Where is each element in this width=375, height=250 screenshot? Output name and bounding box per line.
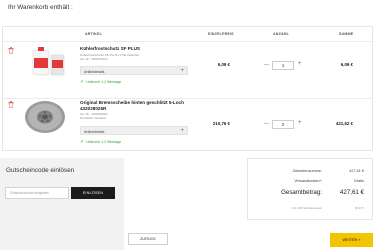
check-icon: ✓ (80, 79, 85, 85)
subtotal-label: Zwischensumme: (292, 169, 322, 173)
back-button[interactable]: ZURÜCK (128, 233, 168, 245)
minus-icon[interactable]: — (264, 121, 269, 127)
quantity-stepper[interactable]: — 1 + (264, 61, 306, 70)
product-manufacturer: Hersteller: Renault (80, 116, 106, 120)
table-row: Kühlerfrostschutz SF PLUS Kühlerfrostsch… (3, 42, 372, 99)
subtotal-value: 427,61 € (349, 169, 364, 173)
shipping-value: Gratis (353, 179, 364, 183)
next-button[interactable]: WEITER » (330, 233, 373, 247)
product-details-label: Artikeldetails (84, 69, 105, 74)
order-summary: Zwischensumme: 427,61 € Versandkosten*: … (247, 158, 373, 220)
header-einzelpreis: EINZELPREIS (208, 32, 234, 36)
voucher-code-input[interactable]: Gutscheincode eingeben (5, 187, 69, 199)
product-name[interactable]: Original Bremsscheibe hinten geschlitzt … (80, 100, 192, 112)
product-article-number: Art.-Nr.: SF00374A1 (80, 57, 108, 61)
header-summe: SUMME (339, 32, 354, 36)
check-icon: ✓ (80, 139, 85, 145)
table-header: ARTIKEL EINZELPREIS ANZAHL SUMME (3, 27, 372, 42)
grand-total-value: 427,61 € (339, 189, 364, 196)
quantity-input[interactable]: 2 (272, 120, 294, 129)
trash-icon[interactable] (8, 47, 14, 54)
page-title: Ihr Warenkorb enthält : (8, 4, 73, 11)
stock-text: Lieferzeit: 1-2 Werktage (86, 139, 122, 144)
voucher-panel: Gutscheincode einlösen Gutscheincode ein… (0, 158, 124, 250)
table-row: Original Bremsscheibe hinten geschlitzt … (3, 99, 372, 152)
trash-icon[interactable] (8, 101, 14, 108)
plus-icon: + (180, 67, 184, 74)
plus-icon[interactable]: + (298, 61, 302, 67)
unit-price: 210,76 € (212, 121, 230, 126)
product-details-dropdown[interactable]: Artikeldetails + (80, 66, 188, 75)
product-details-label: Artikeldetails (84, 129, 105, 134)
stock-status: ✓ Lieferzeit: 1-2 Werktage (80, 139, 121, 145)
voucher-title: Gutscheincode einlösen (6, 167, 75, 174)
row-total: 6,09 € (340, 62, 353, 67)
stock-status: ✓ Lieferzeit: 1-2 Werktage (80, 79, 121, 85)
unit-price: 6,09 € (217, 62, 230, 67)
vat-value: 68,27 € (355, 207, 364, 210)
grand-total-label: Gesamtbetrag: (281, 189, 322, 196)
vat-label: inkl. 19% Mehrwertsteuer (291, 207, 322, 210)
shipping-label: Versandkosten*: (294, 179, 322, 183)
stock-text: Lieferzeit: 1-2 Werktage (86, 79, 122, 84)
quantity-input[interactable]: 1 (272, 61, 294, 70)
product-image[interactable] (20, 46, 74, 76)
quantity-stepper[interactable]: — 2 + (264, 120, 306, 129)
row-total: 421,52 € (335, 121, 353, 126)
plus-icon[interactable]: + (298, 120, 302, 126)
product-details-dropdown[interactable]: Artikeldetails + (80, 126, 188, 135)
product-image[interactable] (21, 100, 69, 134)
plus-icon: + (180, 127, 184, 134)
redeem-button[interactable]: EINLÖSEN (71, 187, 115, 199)
header-anzahl: ANZAHL (273, 32, 289, 36)
product-name[interactable]: Kühlerfrostschutz SF PLUS (80, 46, 140, 52)
cart-table: ARTIKEL EINZELPREIS ANZAHL SUMME Kühlerf… (2, 26, 373, 151)
minus-icon[interactable]: — (264, 62, 269, 68)
header-artikel: ARTIKEL (85, 32, 102, 36)
